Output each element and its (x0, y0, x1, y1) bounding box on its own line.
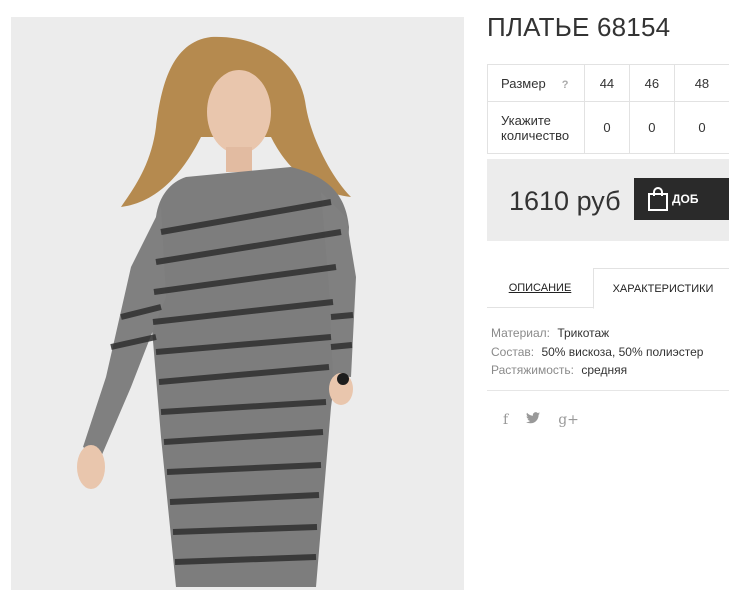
size-table: Размер? 44 46 48 Укажите количество 0 0 0 (487, 64, 729, 154)
spec-row: Растяжимость: средняя (491, 361, 703, 380)
spec-key: Материал: (491, 326, 550, 340)
quantity-label-line1: Укажите (501, 112, 551, 128)
tab-characteristics[interactable]: Характеристики (593, 268, 729, 309)
spec-value: средняя (581, 363, 628, 377)
specs-list: Материал: Трикотаж Состав: 50% вискоза, … (491, 324, 703, 380)
tab-description[interactable]: Описание (487, 268, 593, 308)
shopping-bag-icon (648, 187, 668, 211)
spec-key: Состав: (491, 344, 535, 359)
product-photo[interactable] (11, 17, 464, 590)
size-label: Размер (501, 75, 546, 91)
product-tabs: Описание Характеристики (487, 268, 729, 309)
social-share: f g+ (503, 412, 579, 428)
facebook-icon[interactable]: f (503, 412, 508, 428)
help-icon[interactable]: ? (562, 79, 569, 91)
twitter-icon[interactable] (526, 412, 541, 428)
size-option[interactable]: 46 (628, 64, 675, 102)
spec-value: Трикотаж (557, 326, 610, 340)
spec-row: Состав: 50% вискоза, 50% полиэстер (491, 343, 703, 362)
add-to-cart-button[interactable]: ДОБ (634, 178, 729, 220)
price-panel: 1610 руб ДОБ (487, 159, 729, 241)
divider (487, 390, 729, 391)
product-title: ПЛАТЬЕ 68154 (487, 12, 671, 42)
spec-value: 50% вискоза, 50% полиэстер (541, 344, 704, 359)
quantity-label-line2: количество (501, 127, 570, 143)
quantity-field[interactable]: 0 (673, 101, 729, 154)
quantity-field[interactable]: 0 (583, 101, 630, 154)
spec-key: Растяжимость: (491, 363, 575, 377)
quantity-field[interactable]: 0 (628, 101, 675, 154)
add-to-cart-label: ДОБ (672, 192, 699, 206)
price: 1610 руб (509, 186, 621, 216)
googleplus-icon[interactable]: g+ (558, 412, 579, 428)
spec-row: Материал: Трикотаж (491, 324, 703, 343)
size-label-cell: Размер? (487, 64, 585, 102)
size-option[interactable]: 48 (673, 64, 729, 102)
quantity-label-cell: Укажите количество (487, 101, 585, 154)
size-option[interactable]: 44 (583, 64, 630, 102)
